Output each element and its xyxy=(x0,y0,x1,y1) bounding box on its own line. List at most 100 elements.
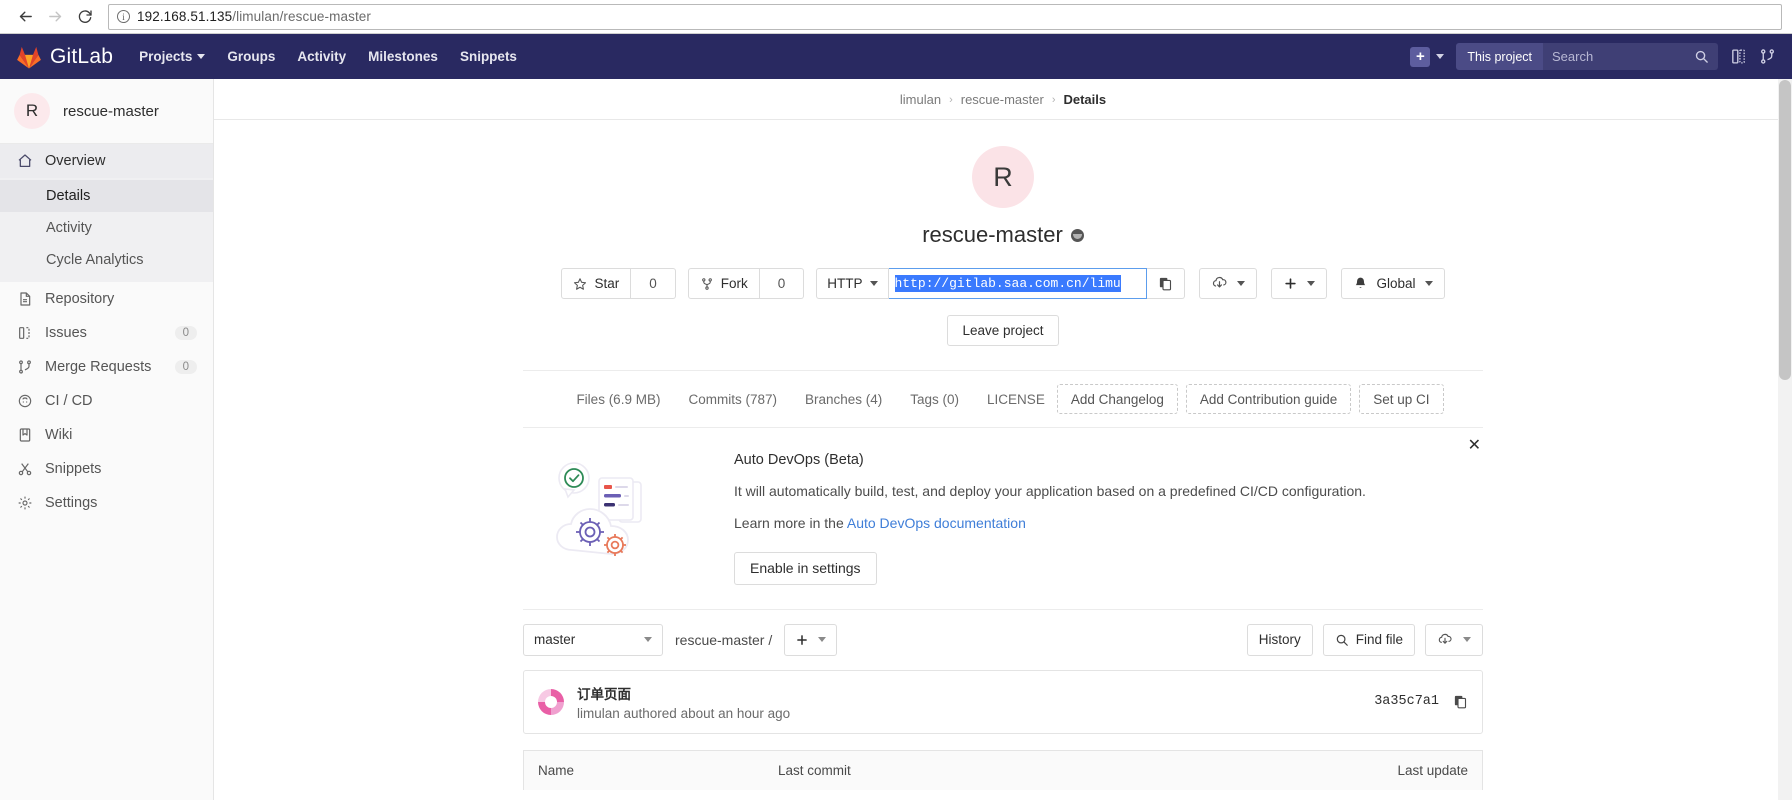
commit-sha[interactable]: 3a35c7a1 xyxy=(1374,694,1439,709)
search-icon xyxy=(1335,633,1349,647)
sidebar-item-activity[interactable]: Activity xyxy=(0,212,213,244)
chevron-down-icon xyxy=(1463,637,1471,643)
sidebar-item-ci-cd[interactable]: CI / CD xyxy=(0,384,213,418)
topnav-link-snippets[interactable]: Snippets xyxy=(460,49,517,64)
search-input[interactable]: Search xyxy=(1543,43,1718,70)
back-button[interactable] xyxy=(10,3,40,31)
add-contribution-guide-button[interactable]: Add Contribution guide xyxy=(1185,384,1352,414)
sidebar-item-wiki[interactable]: Wiki xyxy=(0,418,213,452)
sidebar-item-details[interactable]: Details xyxy=(0,180,213,212)
clone-protocol-dropdown[interactable]: HTTP xyxy=(816,268,889,299)
topnav-links: Projects Groups Activity Milestones Snip… xyxy=(139,49,517,64)
chevron-down-icon xyxy=(644,637,652,643)
tanuki-icon xyxy=(16,44,42,70)
copy-clone-url-button[interactable] xyxy=(1146,268,1185,299)
project-avatar: R xyxy=(972,146,1034,208)
add-changelog-button[interactable]: Add Changelog xyxy=(1056,384,1178,414)
clone-protocol-label: HTTP xyxy=(827,276,863,291)
latest-commit-row: 订单页面 limulan authored about an hour ago … xyxy=(523,669,1483,734)
chevron-down-icon xyxy=(197,54,206,59)
project-sidebar: R rescue-master Overview Details Activit… xyxy=(0,79,214,800)
topnav-link-activity[interactable]: Activity xyxy=(297,49,346,64)
merge-icon xyxy=(16,359,33,375)
sidebar-item-repository[interactable]: Repository xyxy=(0,282,213,316)
sidebar-item-snippets[interactable]: Snippets xyxy=(0,452,213,486)
forward-button[interactable] xyxy=(40,3,70,31)
site-info-icon[interactable]: i xyxy=(117,10,130,23)
stat-commits[interactable]: Commits (787) xyxy=(674,392,791,407)
topnav-right: + This project Search xyxy=(1410,43,1776,70)
branch-name: master xyxy=(534,632,576,648)
sidebar-item-label: Issues xyxy=(45,325,87,341)
doc-icon xyxy=(16,291,33,307)
sidebar-item-label: Repository xyxy=(45,291,115,307)
gitlab-top-navigation: GitLab Projects Groups Activity Mileston… xyxy=(0,34,1792,79)
repository-toolbar-right: History Find file xyxy=(1246,623,1483,656)
url-text: 192.168.51.135/limulan/rescue-master xyxy=(137,9,371,24)
column-header-last-update: Last update xyxy=(1397,762,1468,778)
leave-project-button[interactable]: Leave project xyxy=(947,315,1059,346)
sidebar-item-settings[interactable]: Settings xyxy=(0,486,213,520)
history-button[interactable]: History xyxy=(1246,623,1313,656)
brand-label: GitLab xyxy=(50,44,114,68)
find-file-button[interactable]: Find file xyxy=(1322,623,1415,656)
search-scope-button[interactable]: This project xyxy=(1456,43,1543,70)
close-icon[interactable]: ✕ xyxy=(1468,438,1481,454)
sidebar-item-issues[interactable]: Issues 0 xyxy=(0,316,213,350)
stat-tags[interactable]: Tags (0) xyxy=(896,392,973,407)
sidebar-item-cycle-analytics[interactable]: Cycle Analytics xyxy=(0,244,213,276)
column-header-name: Name xyxy=(538,762,575,778)
rocket-icon xyxy=(16,393,33,409)
reload-button[interactable] xyxy=(70,3,100,31)
stat-files[interactable]: Files (6.9 MB) xyxy=(562,392,674,407)
commit-message[interactable]: 订单页面 xyxy=(577,683,790,703)
avatar xyxy=(538,688,564,715)
clone-url-input[interactable]: http://gitlab.saa.com.cn/limu xyxy=(888,268,1147,299)
enable-in-settings-button[interactable]: Enable in settings xyxy=(734,551,877,585)
fork-button[interactable]: Fork xyxy=(687,268,760,299)
browser-toolbar: i 192.168.51.135/limulan/rescue-master xyxy=(0,0,1792,34)
breadcrumb-group[interactable]: limulan xyxy=(900,92,941,107)
auto-devops-body: Auto DevOps (Beta) It will automatically… xyxy=(734,448,1483,585)
set-up-ci-button[interactable]: Set up CI xyxy=(1359,384,1444,414)
sidebar-item-overview[interactable]: Overview xyxy=(0,144,213,178)
project-header: R rescue-master xyxy=(523,120,1483,248)
topnav-link-milestones[interactable]: Milestones xyxy=(368,49,438,64)
topnav-link-projects[interactable]: Projects xyxy=(139,49,206,64)
scrollbar[interactable] xyxy=(1778,79,1792,800)
branch-selector[interactable]: master xyxy=(523,623,663,656)
url-host: 192.168.51.135 xyxy=(137,9,233,24)
download-source-dropdown[interactable] xyxy=(1198,268,1257,299)
sidebar-item-label: CI / CD xyxy=(45,393,93,409)
address-bar[interactable]: i 192.168.51.135/limulan/rescue-master xyxy=(108,3,1782,30)
add-to-project-dropdown[interactable] xyxy=(1270,268,1327,299)
auto-devops-documentation-link[interactable]: Auto DevOps documentation xyxy=(847,515,1026,531)
star-group: Star 0 xyxy=(561,268,676,299)
cloud-gears-illustration xyxy=(523,448,708,566)
merge-requests-icon[interactable] xyxy=(1759,48,1776,65)
notification-dropdown[interactable]: Global xyxy=(1340,268,1445,299)
copy-icon[interactable] xyxy=(1453,694,1468,709)
chevron-down-icon xyxy=(1424,281,1433,286)
scrollbar-thumb[interactable] xyxy=(1779,80,1791,380)
star-button[interactable]: Star xyxy=(561,268,632,299)
topnav-link-groups[interactable]: Groups xyxy=(227,49,275,64)
sidebar-project-header[interactable]: R rescue-master xyxy=(0,79,213,144)
fork-label: Fork xyxy=(720,276,748,291)
issues-board-icon[interactable] xyxy=(1730,48,1747,65)
add-to-repository-dropdown[interactable] xyxy=(784,623,838,656)
sidebar-item-merge-requests[interactable]: Merge Requests 0 xyxy=(0,350,213,384)
sidebar-item-label: Settings xyxy=(45,495,98,511)
gitlab-logo[interactable]: GitLab xyxy=(16,44,113,70)
download-repository-dropdown[interactable] xyxy=(1425,623,1483,656)
breadcrumb-project[interactable]: rescue-master xyxy=(961,92,1044,107)
main-content: limulan › rescue-master › Details R resc… xyxy=(214,79,1792,800)
repository-path: rescue-master / xyxy=(675,631,773,648)
search-placeholder: Search xyxy=(1552,49,1594,64)
search-icon[interactable] xyxy=(1694,49,1709,64)
download-icon xyxy=(1211,275,1228,292)
stat-branches[interactable]: Branches (4) xyxy=(791,392,896,407)
stat-license[interactable]: LICENSE xyxy=(973,392,1049,407)
new-item-dropdown[interactable]: + xyxy=(1410,46,1445,67)
chevron-down-icon xyxy=(818,637,827,643)
